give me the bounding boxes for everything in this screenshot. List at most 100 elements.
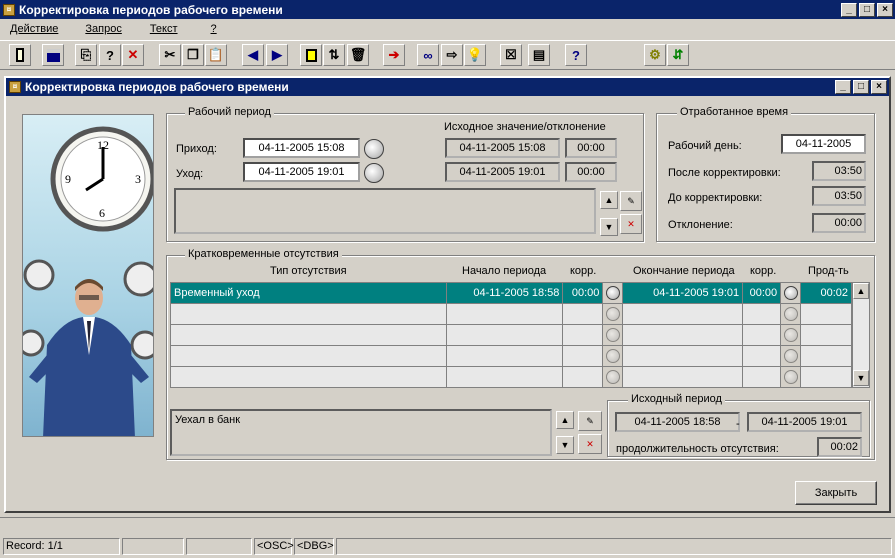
- binoculars-icon[interactable]: ∞: [417, 44, 439, 66]
- network-icon[interactable]: ⇵: [667, 44, 689, 66]
- arrow-icon[interactable]: ⇨: [441, 44, 463, 66]
- status-osc: <OSC>: [254, 538, 294, 555]
- comment-edit-icon[interactable]: ✎: [620, 191, 642, 211]
- close-button[interactable]: ×: [877, 2, 893, 17]
- start-clock-icon[interactable]: [603, 346, 624, 367]
- end-clock-icon[interactable]: [781, 283, 802, 304]
- end-clock-icon[interactable]: [781, 367, 802, 388]
- row-duration[interactable]: [801, 367, 853, 388]
- row-end-corr[interactable]: 00:00: [743, 283, 782, 304]
- row-start[interactable]: 04-11-2005 18:58: [446, 283, 564, 304]
- comment-delete-icon[interactable]: ✕: [620, 214, 642, 234]
- row-start[interactable]: [446, 346, 564, 367]
- row-type[interactable]: [171, 346, 447, 367]
- menu-query[interactable]: Запрос: [85, 20, 121, 39]
- table-row[interactable]: [171, 325, 853, 346]
- maximize-button[interactable]: □: [859, 2, 875, 17]
- comment-scroll-up[interactable]: ▲: [600, 191, 618, 209]
- prev-icon[interactable]: ◀: [242, 44, 264, 66]
- absence-comment-field[interactable]: Уехал в банк: [170, 409, 552, 456]
- absence-comment-scroll-down[interactable]: ▼: [556, 436, 574, 454]
- start-clock-icon[interactable]: [603, 367, 624, 388]
- leave-clock-button[interactable]: [364, 163, 384, 183]
- clipboard-icon[interactable]: [300, 44, 322, 66]
- row-duration[interactable]: [801, 325, 853, 346]
- row-end[interactable]: [623, 304, 744, 325]
- row-end-corr[interactable]: [743, 346, 782, 367]
- copy-record-icon[interactable]: ⎘: [75, 44, 97, 66]
- row-type[interactable]: [171, 304, 447, 325]
- workday-field[interactable]: 04-11-2005: [781, 134, 866, 154]
- menu-text[interactable]: Текст: [150, 20, 178, 39]
- trash-icon[interactable]: 🗑: [347, 44, 369, 66]
- help-icon[interactable]: ?: [565, 44, 587, 66]
- deviation-label: Отклонение:: [668, 219, 733, 231]
- row-duration[interactable]: [801, 304, 853, 325]
- row-end-corr[interactable]: [743, 304, 782, 325]
- row-end[interactable]: [623, 346, 744, 367]
- row-end-corr[interactable]: [743, 325, 782, 346]
- start-clock-icon[interactable]: [603, 283, 624, 304]
- cut-icon[interactable]: ✂: [159, 44, 181, 66]
- table-row[interactable]: [171, 346, 853, 367]
- absence-comment-scroll-up[interactable]: ▲: [556, 411, 574, 429]
- paste-icon[interactable]: 📋: [205, 44, 227, 66]
- row-end[interactable]: [623, 325, 744, 346]
- svg-text:3: 3: [135, 172, 141, 186]
- row-start-corr[interactable]: [563, 325, 604, 346]
- table-row[interactable]: [171, 304, 853, 325]
- row-duration[interactable]: 00:02: [801, 283, 853, 304]
- query-icon[interactable]: ?: [99, 44, 121, 66]
- arrival-field[interactable]: 04-11-2005 15:08: [243, 138, 360, 158]
- app-icon: ¤: [3, 3, 15, 16]
- settings-icon[interactable]: ⚙: [644, 44, 666, 66]
- row-end[interactable]: 04-11-2005 19:01: [623, 283, 744, 304]
- row-type[interactable]: Временный уход: [171, 283, 447, 304]
- end-clock-icon[interactable]: [781, 304, 802, 325]
- row-start[interactable]: [446, 304, 564, 325]
- lightbulb-icon[interactable]: 💡: [464, 44, 486, 66]
- end-clock-icon[interactable]: [781, 346, 802, 367]
- close-form-icon[interactable]: ☒: [500, 44, 522, 66]
- row-start[interactable]: [446, 367, 564, 388]
- delete-record-icon[interactable]: ✕: [122, 44, 144, 66]
- comment-scroll-down[interactable]: ▼: [600, 218, 618, 236]
- exit-icon[interactable]: [9, 44, 31, 66]
- minimize-button[interactable]: _: [841, 2, 857, 17]
- row-type[interactable]: [171, 367, 447, 388]
- table-row[interactable]: Временный уход 04-11-2005 18:58 00:00 04…: [171, 283, 853, 304]
- row-start-corr[interactable]: [563, 346, 604, 367]
- sort-icon[interactable]: ⇅: [323, 44, 345, 66]
- start-clock-icon[interactable]: [603, 325, 624, 346]
- copy-icon[interactable]: ❐: [182, 44, 204, 66]
- save-icon[interactable]: [42, 44, 64, 66]
- leave-field[interactable]: 04-11-2005 19:01: [243, 162, 360, 182]
- inner-maximize-button[interactable]: □: [853, 80, 869, 94]
- absence-delete-icon[interactable]: ✕: [578, 434, 602, 454]
- menu-help[interactable]: ?: [211, 20, 217, 39]
- table-row[interactable]: [171, 367, 853, 388]
- table-scroll-up[interactable]: ▲: [853, 283, 869, 299]
- row-end[interactable]: [623, 367, 744, 388]
- start-clock-icon[interactable]: [603, 304, 624, 325]
- row-end-corr[interactable]: [743, 367, 782, 388]
- row-type[interactable]: [171, 325, 447, 346]
- arrival-clock-button[interactable]: [364, 139, 384, 159]
- document-icon[interactable]: ▤: [528, 44, 550, 66]
- inner-minimize-button[interactable]: _: [835, 80, 851, 94]
- row-start-corr[interactable]: [563, 367, 604, 388]
- row-start-corr[interactable]: 00:00: [563, 283, 604, 304]
- row-start[interactable]: [446, 325, 564, 346]
- export-icon[interactable]: ➔: [383, 44, 405, 66]
- inner-close-button[interactable]: ×: [871, 80, 887, 94]
- work-comment-field[interactable]: [174, 188, 596, 234]
- end-clock-icon[interactable]: [781, 325, 802, 346]
- close-dialog-button[interactable]: Закрыть: [795, 481, 877, 505]
- row-start-corr[interactable]: [563, 304, 604, 325]
- absence-edit-icon[interactable]: ✎: [578, 411, 602, 431]
- next-icon[interactable]: ▶: [266, 44, 288, 66]
- table-scroll-down[interactable]: ▼: [853, 370, 869, 386]
- row-duration[interactable]: [801, 346, 853, 367]
- absence-duration-label: продолжительность отсутствия:: [616, 443, 779, 455]
- menu-action[interactable]: Действие: [10, 20, 58, 39]
